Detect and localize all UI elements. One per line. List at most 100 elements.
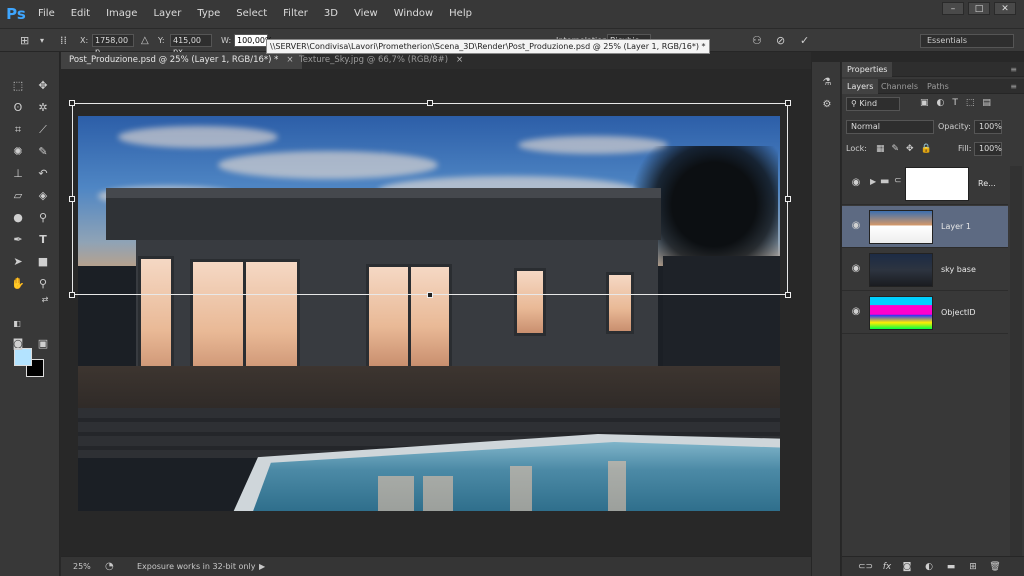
layer-row-group[interactable]: ◉ ▶ ▬ ⊂ Re... bbox=[842, 163, 1008, 205]
menu-layer[interactable]: Layer bbox=[145, 0, 189, 28]
marquee-tool-icon[interactable]: ⬚ bbox=[9, 78, 27, 94]
menu-help[interactable]: Help bbox=[441, 0, 480, 28]
pool-reflection bbox=[608, 461, 626, 511]
transform-handle-top-left[interactable] bbox=[69, 100, 75, 106]
expand-arrow-icon[interactable]: ▶ bbox=[870, 177, 876, 186]
fill-field[interactable]: 100% bbox=[974, 142, 1002, 156]
commit-transform-icon[interactable]: ✓ bbox=[800, 33, 809, 48]
screen-mode-icon[interactable]: ▣ bbox=[34, 336, 52, 352]
width-field[interactable]: 100,00% bbox=[234, 34, 273, 47]
opacity-field[interactable]: 100% bbox=[974, 120, 1002, 134]
eye-icon[interactable]: ◉ bbox=[850, 220, 862, 232]
transform-handle-bottom[interactable] bbox=[427, 292, 433, 298]
magic-wand-tool-icon[interactable]: ✲ bbox=[34, 100, 52, 116]
transform-handle-bottom-right[interactable] bbox=[785, 292, 791, 298]
dropdown-arrow-icon[interactable]: ▾ bbox=[40, 33, 44, 48]
reference-point-icon[interactable]: ⁞⁞ bbox=[60, 33, 67, 48]
layer-row-sky-base[interactable]: ◉ sky base bbox=[842, 249, 1008, 291]
blend-mode-select[interactable]: Normal bbox=[846, 120, 934, 134]
y-position-field[interactable]: 415,00 px bbox=[170, 34, 212, 56]
link-layers-icon[interactable]: ⊂⊃ bbox=[858, 560, 873, 574]
paint-bucket-tool-icon[interactable]: ◈ bbox=[34, 188, 52, 204]
free-transform-bounding-box[interactable] bbox=[69, 100, 791, 298]
transform-handle-top-right[interactable] bbox=[785, 100, 791, 106]
type-tool-icon[interactable]: T bbox=[34, 232, 52, 248]
brush-tool-icon[interactable]: ✎ bbox=[34, 144, 52, 160]
x-position-field[interactable]: 1758,00 p bbox=[92, 34, 134, 56]
layer-filter-select[interactable]: ⚲ Kind bbox=[846, 97, 900, 111]
menu-image[interactable]: Image bbox=[98, 0, 145, 28]
relative-position-icon[interactable]: △ bbox=[141, 33, 149, 48]
swap-colors-icon[interactable]: ⇄ bbox=[36, 292, 54, 308]
menu-type[interactable]: Type bbox=[189, 0, 228, 28]
lock-icons[interactable]: ▦✎✥🔒 bbox=[876, 144, 939, 154]
adjustment-layer-icon[interactable]: ◐ bbox=[922, 560, 936, 574]
eraser-tool-icon[interactable]: ▱ bbox=[9, 188, 27, 204]
zoom-tool-icon[interactable]: ⚲ bbox=[34, 276, 52, 292]
layer-row-layer-1[interactable]: ◉ Layer 1 bbox=[842, 206, 1008, 248]
canvas-area[interactable] bbox=[61, 69, 811, 556]
lasso-tool-icon[interactable]: ʘ bbox=[9, 100, 27, 116]
panel-menu-icon[interactable]: ≡ bbox=[1005, 79, 1022, 94]
dodge-tool-icon[interactable]: ⚲ bbox=[34, 210, 52, 226]
layer-style-icon[interactable]: fx bbox=[880, 560, 894, 574]
layers-scrollbar[interactable] bbox=[1010, 166, 1022, 556]
history-panel-icon[interactable]: ⚗ bbox=[819, 76, 835, 90]
move-tool-icon[interactable]: ✥ bbox=[34, 78, 52, 94]
cancel-transform-icon[interactable]: ⊘ bbox=[776, 33, 785, 48]
menu-edit[interactable]: Edit bbox=[63, 0, 98, 28]
pen-tool-icon[interactable]: ✒ bbox=[9, 232, 27, 248]
menu-view[interactable]: View bbox=[346, 0, 386, 28]
menu-select[interactable]: Select bbox=[228, 0, 275, 28]
hand-tool-icon[interactable]: ✋ bbox=[9, 276, 27, 292]
path-selection-tool-icon[interactable]: ➤ bbox=[9, 254, 27, 270]
status-menu-arrow-icon[interactable]: ▶ bbox=[259, 557, 265, 576]
crop-tool-icon[interactable]: ⌗ bbox=[9, 122, 27, 138]
transform-handle-bottom-left[interactable] bbox=[69, 292, 75, 298]
transform-tool-icon[interactable]: ⊞ bbox=[20, 33, 29, 48]
menu-3d[interactable]: 3D bbox=[316, 0, 346, 28]
history-brush-tool-icon[interactable]: ↶ bbox=[34, 166, 52, 182]
new-layer-icon[interactable]: ⊞ bbox=[966, 560, 980, 574]
tab-post-produzione[interactable]: Post_Produzione.psd @ 25% (Layer 1, RGB/… bbox=[61, 52, 302, 69]
transform-handle-left[interactable] bbox=[69, 196, 75, 202]
layers-panel-header: Layers Channels Paths ≡ bbox=[842, 79, 1024, 94]
zoom-level[interactable]: 25% bbox=[73, 557, 91, 576]
new-group-icon[interactable]: ▬ bbox=[944, 560, 958, 574]
tab-layers[interactable]: Layers bbox=[842, 79, 879, 94]
menu-file[interactable]: File bbox=[30, 0, 63, 28]
clone-stamp-tool-icon[interactable]: ⊥ bbox=[9, 166, 27, 182]
tab-paths[interactable]: Paths bbox=[922, 79, 954, 94]
healing-brush-tool-icon[interactable]: ✺ bbox=[9, 144, 27, 160]
eye-icon[interactable]: ◉ bbox=[850, 263, 862, 275]
tab-texture-sky[interactable]: Texture_Sky.jpg @ 66,7% (RGB/8#) × bbox=[291, 52, 471, 69]
minimize-button[interactable]: – bbox=[942, 2, 964, 15]
tab-properties[interactable]: Properties bbox=[842, 62, 893, 77]
layer-filter-icons[interactable]: ▣◐T⬚▤ bbox=[920, 98, 999, 108]
add-mask-icon[interactable]: ◙ bbox=[900, 560, 914, 574]
warp-mode-icon[interactable]: ⚇ bbox=[752, 33, 762, 48]
eyedropper-tool-icon[interactable]: ⟋ bbox=[34, 122, 52, 138]
eye-icon[interactable]: ◉ bbox=[850, 177, 862, 189]
transform-handle-top[interactable] bbox=[427, 100, 433, 106]
menu-filter[interactable]: Filter bbox=[275, 0, 316, 28]
panel-menu-icon[interactable]: ≡ bbox=[1005, 62, 1022, 77]
rectangle-tool-icon[interactable]: ■ bbox=[34, 254, 52, 270]
maximize-button[interactable]: □ bbox=[968, 2, 990, 15]
status-info-icon[interactable]: ◔ bbox=[105, 557, 114, 576]
link-icon: ⊂ bbox=[894, 176, 902, 186]
close-window-button[interactable]: ✕ bbox=[994, 2, 1016, 15]
eye-icon[interactable]: ◉ bbox=[850, 306, 862, 318]
adjustments-panel-icon[interactable]: ⚙ bbox=[819, 98, 835, 112]
workspace-select[interactable]: Essentials bbox=[920, 34, 1014, 48]
delete-layer-icon[interactable]: 🗑 bbox=[988, 560, 1002, 574]
tab-channels[interactable]: Channels bbox=[876, 79, 923, 94]
blur-tool-icon[interactable]: ● bbox=[9, 210, 27, 226]
quick-mask-icon[interactable]: ◙ bbox=[9, 336, 27, 352]
transform-handle-right[interactable] bbox=[785, 196, 791, 202]
layer-row-objectid[interactable]: ◉ ObjectID bbox=[842, 292, 1008, 334]
default-colors-icon[interactable]: ◧ bbox=[8, 316, 26, 332]
close-icon[interactable]: × bbox=[456, 55, 463, 65]
menu-window[interactable]: Window bbox=[386, 0, 441, 28]
layer-mask-thumbnail[interactable] bbox=[905, 167, 969, 201]
